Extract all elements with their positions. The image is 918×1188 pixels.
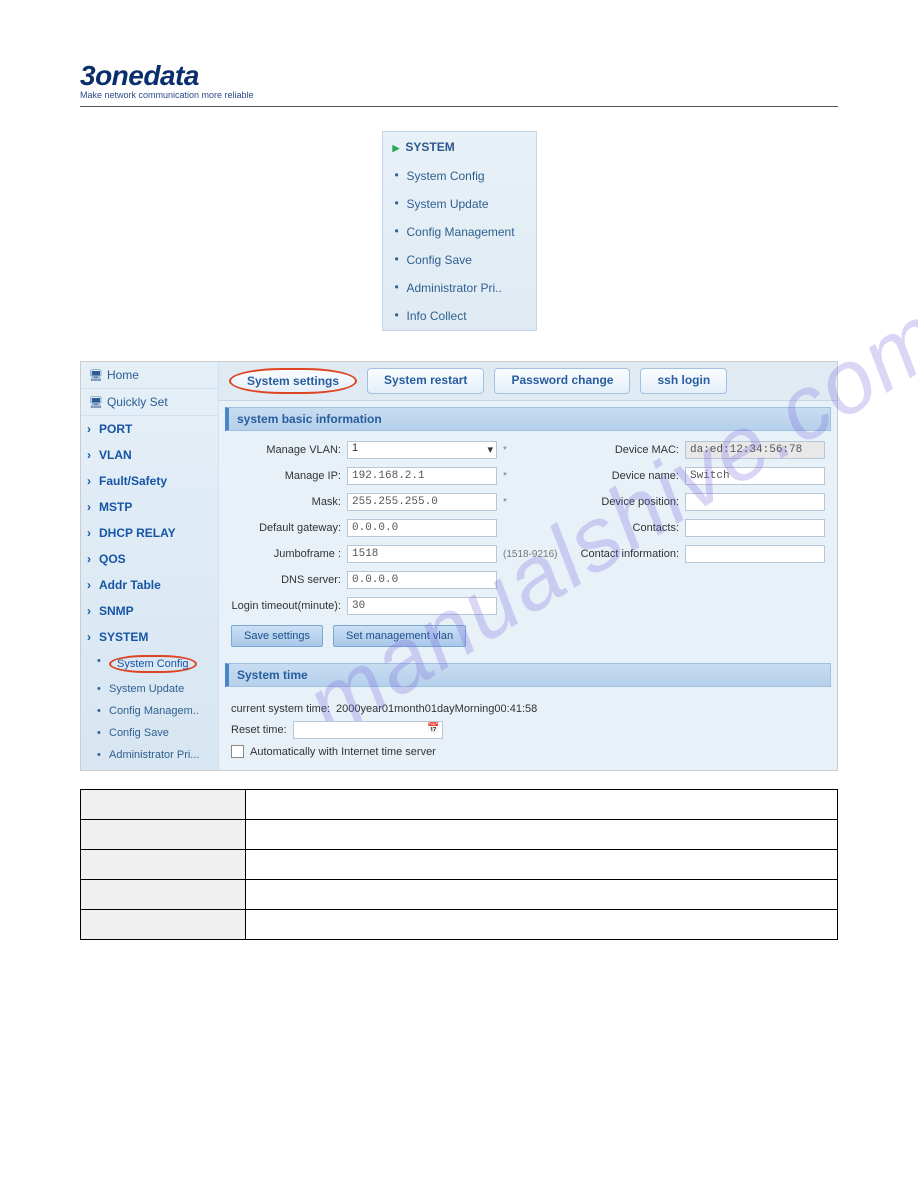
input-pos[interactable]	[685, 493, 825, 511]
brand-tagline: Make network communication more reliable	[80, 90, 838, 100]
section-system-time: System time	[225, 663, 831, 687]
current-time-label: current system time:	[231, 703, 330, 715]
input-jumbo[interactable]: 1518	[347, 545, 497, 563]
set-vlan-button[interactable]: Set management vlan	[333, 625, 466, 647]
nav-configmgmt[interactable]: Config Managem..	[81, 700, 218, 722]
input-contacts[interactable]	[685, 519, 825, 537]
menu-item[interactable]: Administrator Pri..	[383, 274, 536, 302]
label-mac: Device MAC:	[569, 444, 679, 456]
nav-addr[interactable]: Addr Table	[81, 572, 218, 598]
nav-qos[interactable]: QOS	[81, 546, 218, 572]
tab-system-settings[interactable]: System settings	[229, 368, 357, 394]
menu-title: SYSTEM	[383, 132, 536, 162]
section-basic-info: system basic information	[225, 407, 831, 431]
nav-snmp[interactable]: SNMP	[81, 598, 218, 624]
tab-ssh-login[interactable]: ssh login	[640, 368, 727, 394]
nav-fault[interactable]: Fault/Safety	[81, 468, 218, 494]
tab-password-change[interactable]: Password change	[494, 368, 630, 394]
tab-bar: System settings System restart Password …	[219, 362, 837, 401]
nav-port[interactable]: PORT	[81, 416, 218, 442]
doc-table	[80, 789, 838, 940]
label-gw: Default gateway:	[231, 522, 341, 534]
menu-item[interactable]: Config Save	[383, 246, 536, 274]
page-header: 3onedata Make network communication more…	[80, 60, 838, 107]
tab-system-restart[interactable]: System restart	[367, 368, 484, 394]
label-ip: Manage IP:	[231, 470, 341, 482]
nav-adminpri[interactable]: Administrator Pri...	[81, 744, 218, 766]
current-time-value: 2000year01month01dayMorning00:41:58	[336, 703, 537, 715]
req-mark: *	[503, 445, 563, 456]
nav-mstp[interactable]: MSTP	[81, 494, 218, 520]
save-button[interactable]: Save settings	[231, 625, 323, 647]
main-panel: System settings System restart Password …	[219, 362, 837, 770]
jumbo-hint: (1518-9216)	[503, 549, 563, 560]
nav-configsave[interactable]: Config Save	[81, 722, 218, 744]
nav-sysupdate[interactable]: System Update	[81, 678, 218, 700]
input-mask[interactable]: 255.255.255.0	[347, 493, 497, 511]
nav-system[interactable]: SYSTEM	[81, 624, 218, 650]
reset-time-label: Reset time:	[231, 724, 287, 736]
form-grid: Manage VLAN: 1 * Device MAC: da:ed:12:34…	[219, 435, 837, 621]
system-menu-screenshot: SYSTEM System Config System Update Confi…	[382, 131, 537, 331]
input-name[interactable]: Switch	[685, 467, 825, 485]
label-vlan: Manage VLAN:	[231, 444, 341, 456]
input-dns[interactable]: 0.0.0.0	[347, 571, 497, 589]
nav-sysconfig[interactable]: System Config	[81, 650, 218, 678]
nav-home[interactable]: Home	[81, 362, 218, 389]
left-nav: Home Quickly Set PORT VLAN Fault/Safety …	[81, 362, 219, 770]
nav-dhcp[interactable]: DHCP RELAY	[81, 520, 218, 546]
brand-logo: 3onedata	[80, 60, 838, 92]
select-vlan[interactable]: 1	[347, 441, 497, 459]
label-cinfo: Contact information:	[569, 548, 679, 560]
label-name: Device name:	[569, 470, 679, 482]
menu-item[interactable]: Config Management	[383, 218, 536, 246]
input-cinfo[interactable]	[685, 545, 825, 563]
input-timeout[interactable]: 30	[347, 597, 497, 615]
reset-time-input[interactable]	[293, 721, 443, 739]
label-contacts: Contacts:	[569, 522, 679, 534]
label-pos: Device position:	[569, 496, 679, 508]
auto-time-checkbox[interactable]	[231, 745, 244, 758]
input-ip[interactable]: 192.168.2.1	[347, 467, 497, 485]
label-mask: Mask:	[231, 496, 341, 508]
input-gw[interactable]: 0.0.0.0	[347, 519, 497, 537]
label-jumbo: Jumboframe :	[231, 548, 341, 560]
auto-time-label: Automatically with Internet time server	[250, 746, 436, 758]
menu-item[interactable]: Info Collect	[383, 302, 536, 330]
nav-quickly-set[interactable]: Quickly Set	[81, 389, 218, 416]
menu-item[interactable]: System Config	[383, 162, 536, 190]
value-mac: da:ed:12:34:56:78	[685, 441, 825, 459]
nav-vlan[interactable]: VLAN	[81, 442, 218, 468]
menu-item[interactable]: System Update	[383, 190, 536, 218]
label-dns: DNS server:	[231, 574, 341, 586]
label-timeout: Login timeout(minute):	[231, 600, 341, 612]
app-screenshot: Home Quickly Set PORT VLAN Fault/Safety …	[80, 361, 838, 771]
